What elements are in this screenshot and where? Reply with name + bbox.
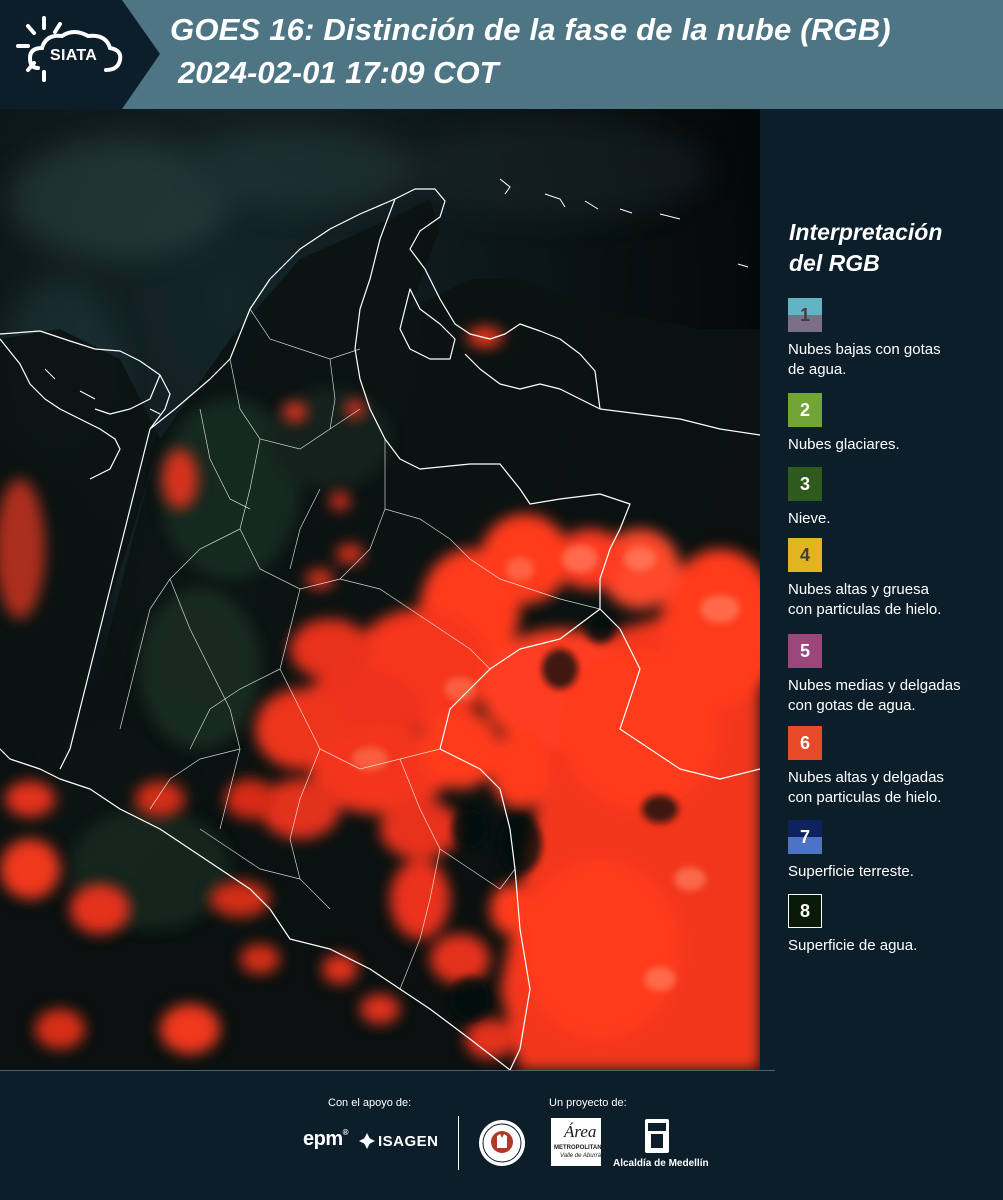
- legend-number-4: 4: [799, 544, 810, 565]
- legend-swatch-5: 5: [788, 634, 822, 668]
- legend-swatch-2: 2: [788, 393, 822, 427]
- alcaldia-shield-icon[interactable]: [612, 1117, 700, 1157]
- footer-divider: [0, 1070, 775, 1071]
- legend-number-3: 3: [799, 473, 810, 494]
- siata-logo[interactable]: SIATA: [0, 0, 160, 109]
- legend-swatch-8: 8: [788, 894, 822, 928]
- legend-label-1-line2: de agua.: [788, 361, 847, 378]
- legend-swatch-7: 7: [788, 820, 822, 854]
- legend-label-6: Nubes altas y delgadas con particulas de…: [788, 768, 1003, 808]
- page-timestamp: 2024-02-01 17:09 COT: [178, 55, 499, 90]
- amva-logo[interactable]: Área METROPOLITANA Valle de Aburrá: [551, 1118, 606, 1171]
- legend-item-5: 5 Nubes medias y delgadas con gotas de a…: [788, 634, 1003, 716]
- legend-swatch-6: 6: [788, 726, 822, 760]
- epm-logo-text: epm: [303, 1128, 343, 1150]
- legend-label-4-line2: con particulas de hielo.: [788, 601, 942, 618]
- legend-label-4: Nubes altas y gruesa con particulas de h…: [788, 580, 1003, 620]
- legend-number-1: 1: [799, 304, 810, 325]
- legend-item-4: 4 Nubes altas y gruesa con particulas de…: [788, 538, 1003, 620]
- legend-label-4-line1: Nubes altas y gruesa: [788, 581, 929, 598]
- legend-label-5-line2: con gotas de agua.: [788, 697, 916, 714]
- legend-item-2: 2 Nubes glaciares.: [788, 393, 1003, 455]
- legend-label-7: Superficie terreste.: [788, 863, 914, 880]
- legend-panel: Interpretación del RGB 1 Nubes bajas con…: [760, 109, 1003, 1070]
- footer-separator: [458, 1116, 459, 1170]
- legend-label-1: Nubes bajas con gotas de agua.: [788, 340, 1003, 380]
- project-label: Un proyecto de:: [549, 1097, 627, 1109]
- legend-number-5: 5: [799, 640, 810, 661]
- alcaldia-label: Alcaldía de Medellín: [613, 1158, 709, 1169]
- legend-label-5: Nubes medias y delgadas con gotas de agu…: [788, 676, 1003, 716]
- amva-sub2: Valle de Aburrá: [560, 1153, 601, 1159]
- legend-swatch-3: 3: [788, 467, 822, 501]
- legend-label-8: Superficie de agua.: [788, 937, 918, 954]
- epm-logo[interactable]: epm®: [303, 1128, 349, 1151]
- legend-label-6-line1: Nubes altas y delgadas: [788, 769, 944, 786]
- logo-text: SIATA: [50, 47, 98, 64]
- legend-title-line1: Interpretación: [789, 219, 943, 245]
- satellite-map[interactable]: [0, 109, 760, 1070]
- page-title: GOES 16: Distinción de la fase de la nub…: [170, 12, 891, 47]
- legend-title-line2: del RGB: [789, 250, 880, 276]
- amva-sub1: METROPOLITANA: [554, 1145, 606, 1151]
- legend-item-8: 8 Superficie de agua.: [788, 894, 1003, 956]
- legend-item-6: 6 Nubes altas y delgadas con particulas …: [788, 726, 1003, 808]
- legend-label-3: Nieve.: [788, 510, 831, 527]
- legend-label-1-line1: Nubes bajas con gotas: [788, 341, 941, 358]
- legend-item-1: 1 Nubes bajas con gotas de agua.: [788, 298, 1003, 380]
- legend-swatch-1: 1: [788, 298, 822, 332]
- legend-swatch-4: 4: [788, 538, 822, 572]
- legend-number-6: 6: [799, 732, 810, 753]
- legend-label-6-line2: con particulas de hielo.: [788, 789, 942, 806]
- legend-number-2: 2: [799, 399, 810, 420]
- isagen-icon: [359, 1133, 375, 1149]
- legend-label-5-line1: Nubes medias y delgadas: [788, 677, 961, 694]
- legend-item-7: 7 Superficie terreste.: [788, 820, 1003, 882]
- header: SIATA GOES 16: Distinción de la fase de …: [0, 0, 1003, 109]
- legend-number-7: 7: [799, 826, 810, 847]
- isagen-logo[interactable]: ISAGEN: [378, 1133, 439, 1150]
- legend-label-2: Nubes glaciares.: [788, 436, 900, 453]
- legend-title: Interpretación del RGB: [789, 217, 942, 279]
- support-label: Con el apoyo de:: [328, 1097, 412, 1109]
- medellin-seal-icon[interactable]: [477, 1118, 527, 1168]
- legend-item-3: 3 Nieve.: [788, 467, 1003, 529]
- amva-name: Área: [564, 1122, 597, 1141]
- legend-number-8: 8: [799, 900, 810, 921]
- footer: Con el apoyo de: Un proyecto de: epm® IS…: [0, 1070, 1003, 1200]
